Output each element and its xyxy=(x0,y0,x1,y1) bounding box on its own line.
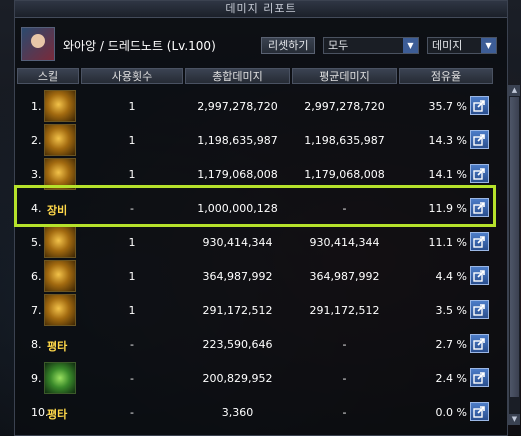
sort-select[interactable]: 데미지 ▼ xyxy=(427,37,497,54)
damage-share: 35.7 % xyxy=(428,100,467,113)
share-export-icon[interactable] xyxy=(470,96,489,115)
scroll-thumb[interactable] xyxy=(510,97,519,397)
column-header-skill: 스킬 xyxy=(17,68,79,84)
filter-select[interactable]: 모두 ▼ xyxy=(323,37,419,54)
table-row: 7. 1 291,172,512 291,172,512 3.5 % xyxy=(17,293,489,327)
total-damage: 364,987,992 xyxy=(202,270,273,283)
share-export-icon[interactable] xyxy=(470,130,489,149)
skill-name: 평타 xyxy=(47,340,68,353)
row-rank: 10. xyxy=(31,406,49,419)
uses-count: - xyxy=(130,338,134,351)
damage-share: 14.1 % xyxy=(428,168,467,181)
total-damage: 1,179,068,008 xyxy=(197,168,278,181)
character-name: 와아앙 / 드레드노트 (Lv.100) xyxy=(63,39,216,53)
average-damage: - xyxy=(342,372,347,385)
table-row: 6. 1 364,987,992 364,987,992 4.4 % xyxy=(17,259,489,293)
total-damage: 1,198,635,987 xyxy=(197,134,278,147)
damage-share: 14.3 % xyxy=(428,134,467,147)
filter-select-value: 모두 xyxy=(328,39,349,52)
reset-button[interactable]: 리셋하기 xyxy=(261,37,316,54)
row-rank: 8. xyxy=(31,338,42,351)
skill-icon-golden-slash xyxy=(44,226,76,258)
row-rank: 7. xyxy=(31,304,42,317)
table-scrollbar[interactable]: ▲ ▼ xyxy=(508,85,520,425)
average-damage: 291,172,512 xyxy=(309,304,380,317)
row-rank: 9. xyxy=(31,372,42,385)
row-highlight-frame xyxy=(14,185,496,227)
uses-count: - xyxy=(130,406,134,419)
chevron-down-icon[interactable]: ▼ xyxy=(403,38,418,53)
uses-count: 1 xyxy=(128,270,136,283)
total-damage: 223,590,646 xyxy=(202,338,273,351)
table-row: 10. 평타 - 3,360 - 0.0 % xyxy=(17,395,489,429)
skill-icon-golden-slash xyxy=(44,124,76,156)
sort-select-value: 데미지 xyxy=(432,39,463,52)
share-export-icon[interactable] xyxy=(470,334,489,353)
average-damage: 364,987,992 xyxy=(309,270,380,283)
total-damage: 291,172,512 xyxy=(202,304,273,317)
table-row: 8. 평타 - 223,590,646 - 2.7 % xyxy=(17,327,489,361)
skill-icon-golden-slash xyxy=(44,90,76,122)
row-rank: 2. xyxy=(31,134,42,147)
damage-share: 0.0 % xyxy=(435,406,467,419)
average-damage: 1,198,635,987 xyxy=(304,134,385,147)
share-export-icon[interactable] xyxy=(470,300,489,319)
column-header-share: 점유율 xyxy=(399,68,493,84)
total-damage: 3,360 xyxy=(221,406,254,419)
total-damage: 200,829,952 xyxy=(202,372,273,385)
damage-share: 2.4 % xyxy=(435,372,467,385)
share-export-icon[interactable] xyxy=(470,368,489,387)
average-damage: - xyxy=(342,338,347,351)
share-export-icon[interactable] xyxy=(470,164,489,183)
character-avatar xyxy=(21,27,55,61)
skill-icon-golden-slash xyxy=(44,294,76,326)
total-damage: 930,414,344 xyxy=(202,236,273,249)
window-title: 데미지 리포트 xyxy=(15,1,507,18)
row-rank: 6. xyxy=(31,270,42,283)
table-row: 1. 1 2,997,278,720 2,997,278,720 35.7 % xyxy=(17,89,489,123)
damage-share: 2.7 % xyxy=(435,338,467,351)
damage-share: 3.5 % xyxy=(435,304,467,317)
skill-name: 평타 xyxy=(47,408,68,421)
scroll-up-icon[interactable]: ▲ xyxy=(509,85,520,96)
table-row: 9. - 200,829,952 - 2.4 % xyxy=(17,361,489,395)
average-damage: 930,414,344 xyxy=(309,236,380,249)
uses-count: 1 xyxy=(128,100,136,113)
average-damage: 2,997,278,720 xyxy=(304,100,385,113)
row-rank: 5. xyxy=(31,236,42,249)
row-rank: 3. xyxy=(31,168,42,181)
uses-count: 1 xyxy=(128,236,136,249)
uses-count: - xyxy=(130,372,134,385)
column-header-total: 총합데미지 xyxy=(185,68,290,84)
table-row: 5. 1 930,414,344 930,414,344 11.1 % xyxy=(17,225,489,259)
share-export-icon[interactable] xyxy=(470,232,489,251)
uses-count: 1 xyxy=(128,168,136,181)
damage-share: 11.1 % xyxy=(428,236,467,249)
chevron-down-icon[interactable]: ▼ xyxy=(481,38,496,53)
row-rank: 1. xyxy=(31,100,42,113)
damage-share: 4.4 % xyxy=(435,270,467,283)
report-header: 와아앙 / 드레드노트 (Lv.100) 리셋하기 모두 ▼ 데미지 ▼ xyxy=(15,19,507,65)
share-export-icon[interactable] xyxy=(470,266,489,285)
average-damage: - xyxy=(342,406,347,419)
share-export-icon[interactable] xyxy=(470,402,489,421)
average-damage: 1,179,068,008 xyxy=(304,168,385,181)
skill-icon-green-crest xyxy=(44,362,76,394)
column-header-average: 평균데미지 xyxy=(292,68,397,84)
table-row: 2. 1 1,198,635,987 1,198,635,987 14.3 % xyxy=(17,123,489,157)
uses-count: 1 xyxy=(128,134,136,147)
skill-icon-golden-slash xyxy=(44,260,76,292)
column-header-uses: 사용횟수 xyxy=(81,68,183,84)
total-damage: 2,997,278,720 xyxy=(197,100,278,113)
scroll-down-icon[interactable]: ▼ xyxy=(509,414,520,425)
uses-count: 1 xyxy=(128,304,136,317)
